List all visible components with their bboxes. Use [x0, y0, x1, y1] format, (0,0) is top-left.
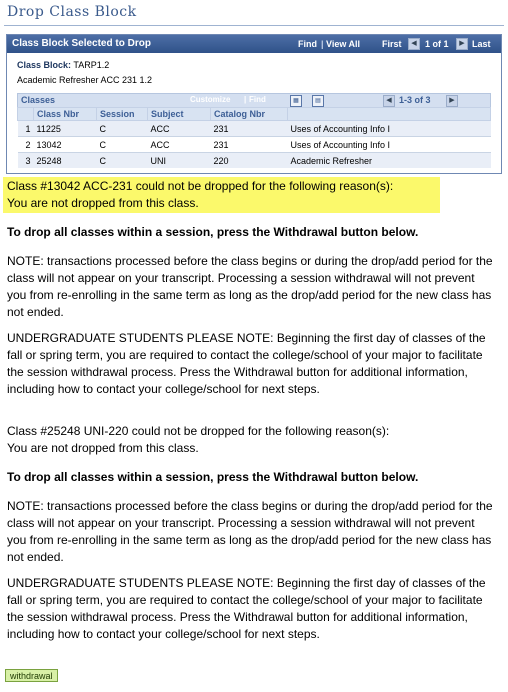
error-message-2-line-1: Class #25248 UNI-220 could not be droppe…	[7, 424, 390, 438]
table-row: 2 13042 C ACC 231 Uses of Accounting Inf…	[17, 136, 491, 153]
subject-cell: ACC	[147, 120, 211, 137]
undergraduate-note-2: UNDERGRADUATE STUDENTS PLEASE NOTE: Begi…	[7, 576, 486, 641]
withdrawal-button[interactable]: withdrawal	[5, 669, 58, 682]
row-number: 2	[17, 136, 34, 153]
page-title: Drop Class Block	[7, 4, 137, 20]
title-divider	[4, 25, 504, 26]
class-block-panel: Class Block Selected to Drop Find | View…	[6, 34, 502, 174]
previous-arrow-icon[interactable]: ◀	[408, 38, 420, 50]
panel-header: Class Block Selected to Drop Find | View…	[7, 35, 501, 53]
row-number: 3	[17, 152, 34, 168]
classes-table: Class Nbr Session Subject Catalog Nbr 1 …	[17, 107, 491, 168]
subject-cell: ACC	[147, 136, 211, 153]
grid-find-link[interactable]: Find	[249, 95, 266, 104]
undergraduate-note: UNDERGRADUATE STUDENTS PLEASE NOTE: Begi…	[7, 331, 486, 396]
session-cell: C	[96, 136, 148, 153]
view-grid-icon[interactable]: ▦	[290, 95, 302, 107]
class-block-field: Class Block: TARP1.2	[17, 60, 109, 70]
classes-grid-header: Classes Customize | Find ▦ ▤ ◀ 1-3 of 3 …	[17, 93, 491, 108]
class-block-value: TARP1.2	[73, 60, 110, 70]
grid-previous-arrow-icon[interactable]: ◀	[383, 95, 395, 107]
nav-separator: |	[321, 39, 324, 49]
class-nbr-cell: 25248	[33, 152, 97, 168]
error-message-highlighted: Class #13042 ACC-231 could not be droppe…	[3, 177, 440, 213]
grid-next-arrow-icon[interactable]: ▶	[446, 95, 458, 107]
drop-all-instruction-2: To drop all classes within a session, pr…	[7, 470, 419, 484]
transcript-note: NOTE: transactions processed before the …	[7, 254, 493, 319]
col-class-nbr: Class Nbr	[33, 107, 97, 121]
transcript-note-2: NOTE: transactions processed before the …	[7, 499, 493, 564]
subject-cell: UNI	[147, 152, 211, 168]
first-link[interactable]: First	[382, 39, 402, 49]
col-row-number	[17, 107, 34, 121]
class-block-description: Academic Refresher ACC 231 1.2	[17, 75, 153, 85]
find-link[interactable]: Find	[298, 39, 317, 49]
error-message-2-line-2: You are not dropped from this class.	[7, 441, 199, 455]
catalog-nbr-cell: 220	[210, 152, 288, 168]
course-title-cell: Academic Refresher	[287, 152, 491, 168]
class-nbr-cell: 11225	[33, 120, 97, 137]
session-cell: C	[96, 152, 148, 168]
drop-all-instruction: To drop all classes within a session, pr…	[7, 225, 419, 239]
customize-link[interactable]: Customize	[190, 95, 230, 104]
catalog-nbr-cell: 231	[210, 120, 288, 137]
error-message-line-1: Class #13042 ACC-231 could not be droppe…	[7, 179, 394, 193]
panel-title: Class Block Selected to Drop	[12, 38, 151, 49]
classes-grid-pager: 1-3 of 3	[399, 95, 431, 105]
last-link[interactable]: Last	[472, 39, 491, 49]
class-nbr-cell: 13042	[33, 136, 97, 153]
col-session: Session	[96, 107, 148, 121]
col-subject: Subject	[147, 107, 211, 121]
next-arrow-icon[interactable]: ▶	[456, 38, 468, 50]
course-title-cell: Uses of Accounting Info I	[287, 120, 491, 137]
session-cell: C	[96, 120, 148, 137]
catalog-nbr-cell: 231	[210, 136, 288, 153]
table-header-row: Class Nbr Session Subject Catalog Nbr	[17, 107, 491, 121]
panel-pager: 1 of 1	[425, 39, 449, 49]
classes-grid-title: Classes	[21, 95, 56, 105]
course-title-cell: Uses of Accounting Info I	[287, 136, 491, 153]
error-message-2: Class #25248 UNI-220 could not be droppe…	[7, 423, 497, 457]
row-number: 1	[17, 120, 34, 137]
class-block-label: Class Block:	[17, 60, 72, 70]
col-title	[287, 107, 491, 121]
col-catalog-nbr: Catalog Nbr	[210, 107, 288, 121]
table-row: 3 25248 C UNI 220 Academic Refresher	[17, 152, 491, 168]
error-message-line-2: You are not dropped from this class.	[7, 196, 199, 210]
table-row: 1 11225 C ACC 231 Uses of Accounting Inf…	[17, 120, 491, 137]
grid-separator: |	[244, 95, 247, 104]
download-spreadsheet-icon[interactable]: ▤	[312, 95, 324, 107]
view-all-link[interactable]: View All	[326, 39, 360, 49]
